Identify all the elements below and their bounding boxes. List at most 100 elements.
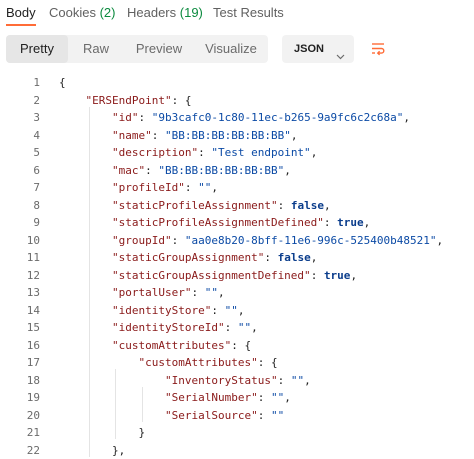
code-text: "SerialNumber": "", [165, 389, 291, 406]
line-number: 14 [26, 303, 40, 317]
code-text: { [59, 74, 66, 91]
json-boolean: true [337, 216, 364, 229]
tab-cookies[interactable]: Cookies (2) [49, 5, 115, 21]
json-key: "profileId" [112, 181, 185, 194]
view-pretty-button[interactable]: Pretty [6, 35, 68, 63]
code-text: "groupId": "aa0e8b20-8bff-11e6-996c-5254… [112, 232, 443, 249]
json-punctuation: , [211, 181, 218, 194]
line-number: 5 [33, 146, 40, 159]
json-key: "id" [112, 111, 139, 124]
view-visualize-button[interactable]: Visualize [194, 35, 268, 63]
line-number: 16 [26, 338, 40, 352]
view-preview-button[interactable]: Preview [124, 35, 194, 63]
line-number: 8 [33, 198, 40, 212]
json-key: "customAttributes" [112, 338, 232, 352]
tab-cookies-count: (2) [99, 5, 116, 20]
chevron-down-icon [336, 44, 345, 72]
json-key: "SerialNumber" [165, 391, 258, 404]
line-number: 9 [33, 216, 40, 229]
line-number: 13 [26, 286, 40, 299]
code-text: "identityStore": "", [112, 302, 244, 319]
json-punctuation: , [304, 373, 311, 387]
json-key: "name" [112, 128, 152, 142]
code-line: 18 "InventoryStatus": "", [0, 372, 474, 389]
line-number: 19 [26, 391, 40, 404]
code-text: } [139, 424, 146, 441]
json-key: "InventoryStatus" [165, 373, 278, 387]
code-text: "staticGroupAssignment": false, [112, 249, 317, 266]
code-line: 7 "profileId": "", [0, 179, 474, 196]
json-key: "identityStoreId" [112, 321, 225, 334]
code-text: "mac": "BB:BB:BB:BB:BB:BB", [112, 162, 291, 179]
wrap-lines-button[interactable] [364, 35, 392, 63]
code-line: 3 "id": "9b3cafc0-1c80-11ec-b265-9a9fc6c2… [0, 109, 474, 126]
view-raw-button[interactable]: Raw [68, 35, 124, 63]
json-string: "" [270, 391, 285, 404]
active-tab-indicator [6, 24, 36, 26]
json-punctuation: : [171, 233, 185, 247]
code-line: 6 "mac": "BB:BB:BB:BB:BB:BB", [0, 162, 474, 179]
line-number: 12 [26, 268, 40, 282]
json-punctuation: , [323, 198, 331, 212]
json-key: "identityStore" [112, 303, 212, 317]
json-punctuation: : [198, 146, 212, 159]
code-text: "InventoryStatus": "", [165, 372, 311, 389]
tab-test-results[interactable]: Test Results [213, 5, 284, 21]
json-punctuation: : [277, 373, 291, 387]
json-punctuation: : { [231, 338, 252, 352]
json-key: "description" [112, 146, 199, 159]
format-select[interactable]: JSON [282, 35, 354, 63]
json-punctuation: : [264, 251, 278, 264]
code-text: "SerialSource": "" [165, 407, 284, 424]
json-punctuation: , [310, 146, 318, 159]
line-number: 17 [26, 356, 40, 369]
json-string: "" [290, 373, 305, 387]
indent-guide [115, 369, 116, 439]
indent-guide [88, 106, 90, 457]
json-punctuation: , [403, 111, 411, 124]
code-line: 20 "SerialSource": "" [0, 407, 474, 424]
json-punctuation: , [237, 303, 245, 317]
tab-body[interactable]: Body [6, 5, 36, 21]
json-punctuation: : [323, 216, 338, 229]
json-punctuation: , [290, 128, 298, 142]
response-toolbar: Pretty Raw Preview Visualize JSON [6, 35, 466, 63]
json-punctuation: : [151, 128, 165, 142]
code-line: 11 "staticGroupAssignment": false, [0, 249, 474, 266]
json-string: "" [270, 408, 285, 422]
code-text: "profileId": "", [112, 179, 218, 196]
json-punctuation: , [310, 251, 318, 264]
format-select-value: JSON [294, 43, 324, 55]
code-line: 1{ [0, 74, 474, 91]
json-punctuation: , [217, 286, 225, 299]
line-number: 21 [26, 426, 40, 439]
line-number: 11 [26, 251, 40, 264]
json-key: "ERSEndPoint" [85, 93, 172, 107]
response-tabs: Body Cookies (2) Headers (19) Test Resul… [0, 0, 474, 30]
json-punctuation: : [138, 111, 152, 124]
code-line: 5 "description": "Test endpoint", [0, 144, 474, 161]
json-punctuation: , [436, 233, 444, 247]
code-line: 13 "portalUser": "", [0, 284, 474, 301]
json-punctuation: , [251, 321, 258, 334]
code-text: "portalUser": "", [112, 284, 225, 301]
json-punctuation: : { [257, 356, 278, 369]
json-punctuation: }, [112, 443, 126, 457]
code-text: "staticProfileAssignmentDefined": true, [112, 214, 370, 231]
code-line: 9 "staticProfileAssignmentDefined": true, [0, 214, 474, 231]
json-key: "staticProfileAssignment" [112, 198, 278, 212]
json-key: "groupId" [112, 233, 172, 247]
json-key: "SerialSource" [165, 408, 258, 422]
code-text: "customAttributes": { [139, 354, 278, 371]
json-string: "" [237, 321, 252, 334]
code-text: "name": "BB:BB:BB:BB:BB:BB", [112, 127, 297, 144]
code-line: 8 "staticProfileAssignment": false, [0, 197, 474, 214]
json-punctuation: : [211, 303, 225, 317]
code-text: "identityStoreId": "", [112, 319, 258, 336]
json-punctuation: : [257, 391, 271, 404]
json-key: "portalUser" [112, 286, 192, 299]
line-number: 2 [33, 93, 40, 107]
tab-headers-label: Headers [127, 5, 177, 20]
json-punctuation: { [59, 76, 66, 89]
tab-headers[interactable]: Headers (19) [127, 5, 203, 21]
